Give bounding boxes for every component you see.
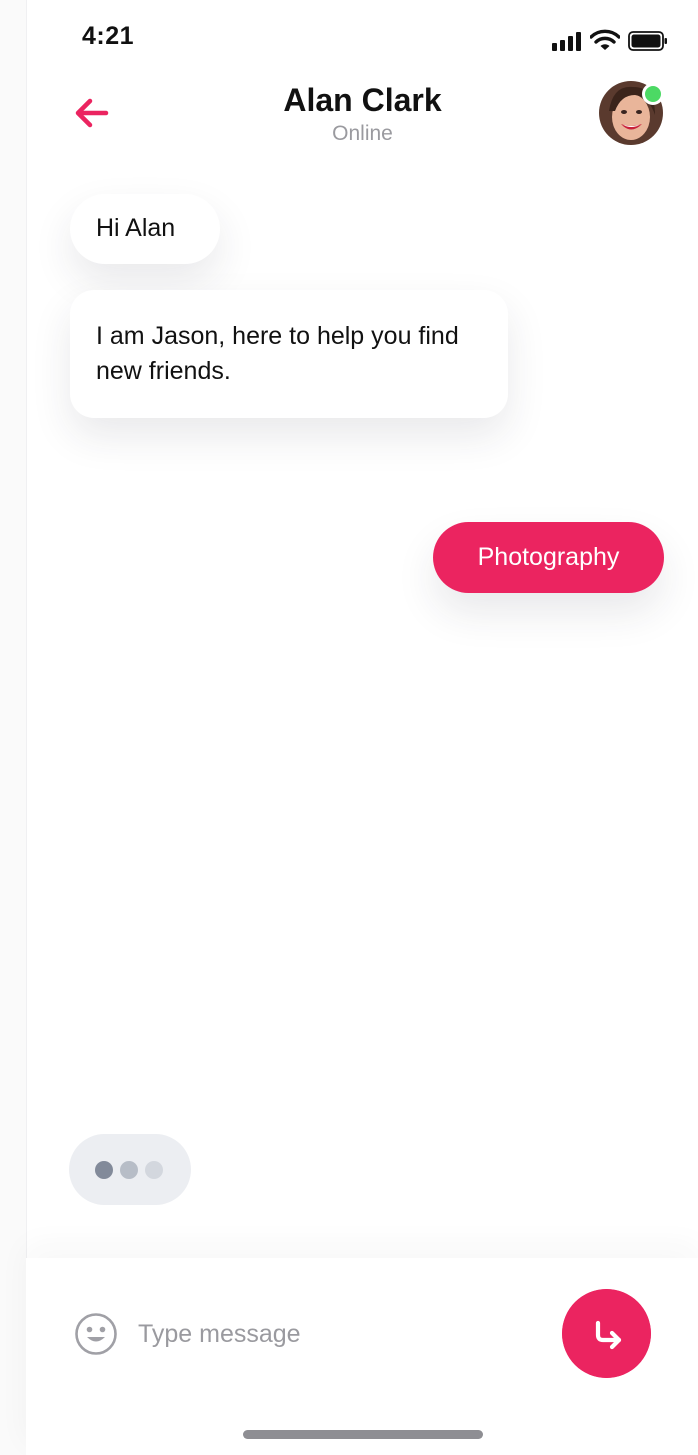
contact-name: Alan Clark [283, 82, 442, 118]
smiley-icon [75, 1313, 117, 1355]
typing-dot [95, 1161, 113, 1179]
emoji-button[interactable] [74, 1312, 118, 1356]
left-edge-strip [0, 0, 27, 1455]
typing-dot [145, 1161, 163, 1179]
status-time: 4:21 [82, 22, 135, 50]
cellular-signal-icon [552, 31, 582, 51]
online-indicator [642, 83, 664, 105]
typing-indicator [69, 1134, 191, 1205]
battery-icon [628, 31, 667, 51]
send-button[interactable] [562, 1289, 651, 1378]
chat-screen: 4:21 Alan Clark Online Hi Alan I am Jaso… [0, 0, 698, 1455]
message-input[interactable] [138, 1312, 538, 1356]
incoming-message: I am Jason, here to help you find new fr… [70, 290, 508, 418]
typing-dot [120, 1161, 138, 1179]
home-indicator [243, 1430, 483, 1439]
incoming-message: Hi Alan [70, 194, 220, 264]
wifi-icon [590, 29, 620, 50]
contact-status: Online [332, 122, 393, 145]
outgoing-message: Photography [433, 522, 664, 593]
